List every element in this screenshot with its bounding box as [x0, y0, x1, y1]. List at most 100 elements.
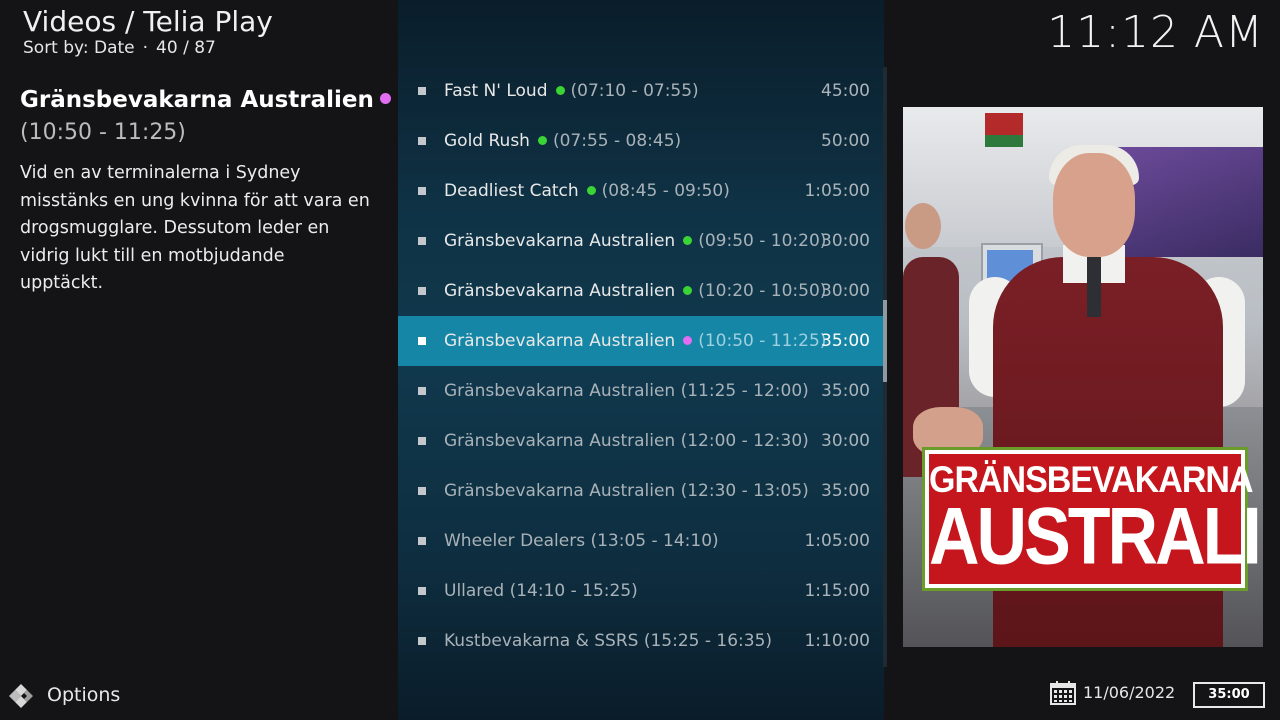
list-item-duration: 35:00 — [821, 481, 870, 501]
scrollbar-thumb[interactable] — [883, 300, 887, 382]
poster-logo: GRÄNSBEVAKARNA AUSTRALIEN — [925, 450, 1263, 588]
list-item-time: (12:00 - 12:30) — [680, 431, 809, 451]
list-item-label: Gränsbevakarna Australien (12:30 - 13:05… — [444, 466, 809, 516]
list-item-duration: 1:10:00 — [804, 631, 870, 651]
list-item-duration: 35:00 — [821, 381, 870, 401]
list-item-duration: 1:05:00 — [804, 181, 870, 201]
list-item-time: (13:05 - 14:10) — [590, 531, 719, 551]
list-item-title: Deadliest Catch — [444, 181, 579, 201]
recorded-dot-icon — [683, 235, 693, 245]
playing-dot-icon — [683, 335, 693, 345]
options-button[interactable]: Options — [8, 680, 148, 712]
page-title: Videos / Telia Play — [23, 5, 273, 38]
list-item-title: Gränsbevakarna Australien — [444, 381, 676, 401]
info-description: Vid en av terminalerna i Sydney misstänk… — [20, 163, 370, 293]
kodi-logo-icon — [9, 684, 33, 708]
bullet-icon — [418, 337, 426, 345]
bullet-icon — [418, 387, 426, 395]
list-item-title: Gränsbevakarna Australien — [444, 431, 676, 451]
list-item[interactable]: Gränsbevakarna Australien (09:50 - 10:20)… — [398, 216, 884, 266]
calendar-icon — [1050, 681, 1076, 705]
list-item-time: (07:10 - 07:55) — [570, 81, 699, 101]
recorded-dot-icon — [683, 285, 693, 295]
list-item-title: Gold Rush — [444, 131, 530, 151]
bullet-icon — [418, 187, 426, 195]
list-item-label: Gränsbevakarna Australien (10:20 - 10:50) — [444, 266, 826, 316]
list-item-title: Kustbevakarna & SSRS — [444, 631, 639, 651]
poster-image: GRÄNSBEVAKARNA AUSTRALIEN — [903, 107, 1263, 647]
episode-list: Fast N' Loud (07:10 - 07:55) 45:00 Gold Rus… — [398, 0, 884, 720]
list-item-title: Gränsbevakarna Australien — [444, 331, 676, 351]
list-item-time: (08:45 - 09:50) — [601, 181, 730, 201]
list-item-duration: 30:00 — [821, 281, 870, 301]
sort-and-position: Sort by: Date · 40 / 87 — [23, 37, 216, 59]
info-title-text: Gränsbevakarna Australien — [20, 87, 374, 113]
playing-dot-icon — [379, 93, 391, 104]
list-item[interactable]: Deadliest Catch (08:45 - 09:50) 1:05:00 — [398, 166, 884, 216]
recorded-dot-icon — [537, 135, 547, 145]
list-item-label: Ullared (14:10 - 15:25) — [444, 566, 638, 616]
list-item-duration: 1:05:00 — [804, 531, 870, 551]
list-item-duration: 30:00 — [821, 231, 870, 251]
recorded-dot-icon — [555, 85, 565, 95]
list-item[interactable]: Gränsbevakarna Australien (12:30 - 13:05… — [398, 466, 884, 516]
list-item-duration: 30:00 — [821, 431, 870, 451]
list-item-time: (14:10 - 15:25) — [509, 581, 638, 601]
list-item-duration: 50:00 — [821, 131, 870, 151]
list-item[interactable]: Gold Rush (07:55 - 08:45) 50:00 — [398, 116, 884, 166]
options-label: Options — [47, 684, 121, 706]
list-item-label: Gränsbevakarna Australien (12:00 - 12:30… — [444, 416, 809, 466]
info-time: (10:50 - 11:25) — [20, 120, 186, 145]
list-item[interactable]: Gränsbevakarna Australien (10:50 - 11:25)… — [398, 316, 884, 366]
list-item[interactable]: Gränsbevakarna Australien (11:25 - 12:00… — [398, 366, 884, 416]
bullet-icon — [418, 437, 426, 445]
list-item[interactable]: Ullared (14:10 - 15:25) 1:15:00 — [398, 566, 884, 616]
list-item-time: (12:30 - 13:05) — [680, 481, 809, 501]
clock: 11:12 AM — [1047, 7, 1264, 58]
poster-logo-line2: AUSTRALIEN — [929, 491, 1263, 581]
list-item-title: Gränsbevakarna Australien — [444, 481, 676, 501]
bullet-icon — [418, 587, 426, 595]
list-item[interactable]: Wheeler Dealers (13:05 - 14:10) 1:05:00 — [398, 516, 884, 566]
list-item-time: (09:50 - 10:20) — [698, 231, 827, 251]
list-item[interactable]: Gränsbevakarna Australien (10:20 - 10:50)… — [398, 266, 884, 316]
list-item-title: Ullared — [444, 581, 505, 601]
list-item-duration: 1:15:00 — [804, 581, 870, 601]
list-item-label: Gränsbevakarna Australien (09:50 - 10:20) — [444, 216, 826, 266]
item-position: 40 / 87 — [156, 38, 216, 58]
bullet-icon — [418, 637, 426, 645]
bullet-icon — [418, 287, 426, 295]
list-item-duration: 45:00 — [821, 81, 870, 101]
list-item-label: Kustbevakarna & SSRS (15:25 - 16:35) — [444, 616, 772, 666]
footer-date: 11/06/2022 — [1083, 683, 1176, 702]
list-item-time: (11:25 - 12:00) — [680, 381, 809, 401]
list-item[interactable]: Fast N' Loud (07:10 - 07:55) 45:00 — [398, 66, 884, 116]
recorded-dot-icon — [586, 185, 596, 195]
separator: · — [142, 38, 149, 58]
bullet-icon — [418, 137, 426, 145]
sort-label[interactable]: Sort by: Date — [23, 38, 135, 58]
list-item-time: (15:25 - 16:35) — [643, 631, 773, 651]
list-item-label: Fast N' Loud (07:10 - 07:55) — [444, 66, 699, 116]
list-item-time: (07:55 - 08:45) — [552, 131, 682, 151]
info-title: Gränsbevakarna Australien — [20, 84, 391, 116]
bullet-icon — [418, 237, 426, 245]
list-item[interactable]: Kustbevakarna & SSRS (15:25 - 16:35) 1:10… — [398, 616, 884, 666]
list-item-time: (10:20 - 10:50) — [698, 281, 827, 301]
list-item-duration: 35:00 — [821, 331, 870, 351]
list-item-title: Wheeler Dealers — [444, 531, 586, 551]
list-item-label: Gold Rush (07:55 - 08:45) — [444, 116, 681, 166]
list-item-label: Gränsbevakarna Australien (11:25 - 12:00… — [444, 366, 809, 416]
list-item-label: Wheeler Dealers (13:05 - 14:10) — [444, 516, 719, 566]
list-item[interactable]: Gränsbevakarna Australien (12:00 - 12:30… — [398, 416, 884, 466]
bullet-icon — [418, 87, 426, 95]
list-item-label: Gränsbevakarna Australien (10:50 - 11:25) — [444, 316, 826, 366]
list-item-title: Gränsbevakarna Australien — [444, 231, 676, 251]
list-item-time: (10:50 - 11:25) — [698, 331, 827, 351]
list-item-title: Fast N' Loud — [444, 81, 548, 101]
list-item-title: Gränsbevakarna Australien — [444, 281, 676, 301]
footer-duration-badge: 35:00 — [1193, 682, 1265, 708]
bullet-icon — [418, 537, 426, 545]
bullet-icon — [418, 487, 426, 495]
list-item-label: Deadliest Catch (08:45 - 09:50) — [444, 166, 730, 216]
